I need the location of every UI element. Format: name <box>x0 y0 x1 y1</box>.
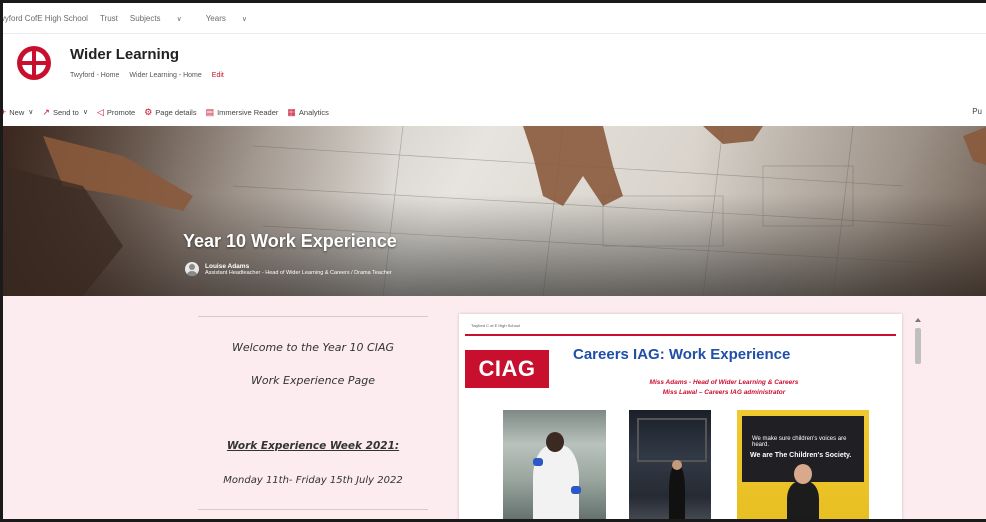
stage-truss-image <box>637 418 707 462</box>
person-head-image <box>672 460 682 470</box>
document-school-name: Twyford C of E High School <box>471 323 520 328</box>
scrollbar-thumb[interactable] <box>915 328 921 364</box>
edit-link[interactable]: Edit <box>212 72 224 79</box>
author-byline: Louise Adams Assistant Headteacher - Hea… <box>185 262 392 276</box>
promote-label: Promote <box>106 107 136 117</box>
site-header: Wider Learning Twyford - Home Wider Lear… <box>3 34 986 98</box>
person-labcoat-image <box>533 445 579 519</box>
immersive-reader-label: Immersive Reader <box>217 107 279 117</box>
stage-photo <box>629 410 711 519</box>
browser-frame: wyford CofE High School Trust Subjects ∨ … <box>0 0 986 522</box>
welcome-line: Welcome to the Year 10 CIAG <box>231 341 395 354</box>
site-title[interactable]: Wider Learning <box>70 46 179 63</box>
person-stage-image <box>669 465 685 519</box>
immersive-reader-icon: ▤ <box>205 106 215 117</box>
command-bar: + New ∨ ↗ Send to ∨ ◁ Promote ⚙ Page details ▤… <box>3 99 986 125</box>
site-breadcrumb: Twyford - Home Wider Learning - Home Edi… <box>70 72 224 79</box>
glove-image <box>571 486 581 494</box>
welcome-line-2: Work Experience Page <box>251 374 375 387</box>
share-icon: ↗ <box>42 106 50 117</box>
new-button[interactable]: + New ∨ <box>1 107 34 117</box>
immersive-reader-button[interactable]: ▤ Immersive Reader <box>206 107 279 118</box>
megaphone-icon: ◁ <box>96 106 104 117</box>
analytics-label: Analytics <box>298 107 329 117</box>
chevron-down-icon: ∨ <box>176 15 182 23</box>
chevron-down-icon: ∨ <box>28 109 34 116</box>
nav-link-subjects[interactable]: Subjects ∨ <box>130 14 194 23</box>
person-head-image <box>546 432 564 452</box>
glove-image <box>533 458 543 466</box>
person-head-image <box>794 464 812 484</box>
document-scrollbar[interactable] <box>913 318 923 519</box>
childrens-society-photo: We make sure children's voices are heard… <box>737 410 869 519</box>
nav-link-subjects-label: Subjects <box>129 13 161 23</box>
document-viewer[interactable]: Twyford C of E High School CIAG Careers … <box>459 314 902 519</box>
person-image <box>787 481 819 519</box>
gear-icon: ⚙ <box>144 106 153 117</box>
send-to-button[interactable]: ↗ Send to ∨ <box>42 107 88 118</box>
nav-link-trust[interactable]: Trust <box>100 14 118 23</box>
new-label: New <box>9 107 25 117</box>
breadcrumb-wider-learning-home[interactable]: Wider Learning - Home <box>129 72 201 79</box>
welcome-text-block: Welcome to the Year 10 CIAG Work Experie… <box>198 316 428 519</box>
page-content: Welcome to the Year 10 CIAG Work Experie… <box>3 296 986 519</box>
nav-link-years[interactable]: Years ∨ <box>206 14 259 23</box>
publish-button[interactable]: Pu <box>972 107 982 116</box>
hero-banner: Year 10 Work Experience Louise Adams Ass… <box>3 126 986 296</box>
analytics-button[interactable]: ▦ Analytics <box>287 107 329 118</box>
hub-navigation: wyford CofE High School Trust Subjects ∨ … <box>3 3 986 34</box>
author-name[interactable]: Louise Adams <box>205 263 392 270</box>
breadcrumb-twyford-home[interactable]: Twyford - Home <box>70 72 119 79</box>
document-staff-line-1: Miss Adams - Head of Wider Learning & Ca… <box>649 379 799 386</box>
scroll-up-arrow-icon[interactable] <box>915 318 921 322</box>
plus-icon: + <box>1 107 7 117</box>
promote-button[interactable]: ◁ Promote <box>97 107 135 118</box>
divider <box>198 509 428 510</box>
chevron-down-icon: ∨ <box>82 109 88 116</box>
analytics-icon: ▦ <box>287 106 296 117</box>
page-title: Year 10 Work Experience <box>183 231 397 251</box>
work-experience-week-heading: Work Experience Week 2021: <box>226 440 400 452</box>
author-avatar[interactable] <box>185 262 199 276</box>
send-to-label: Send to <box>52 107 79 117</box>
ciag-badge: CIAG <box>465 350 549 388</box>
page-details-button[interactable]: ⚙ Page details <box>144 107 196 118</box>
nav-link-years-label: Years <box>205 13 226 23</box>
hub-site-link[interactable]: wyford CofE High School <box>3 14 88 23</box>
hands-image <box>3 126 986 296</box>
screen-text-1: We make sure children's voices are heard… <box>752 436 847 448</box>
document-staff-line-2: Miss Lawal – Careers IAG administrator <box>662 389 786 396</box>
document-header-rule <box>465 334 896 336</box>
lab-photo <box>503 410 606 519</box>
document-heading: Careers IAG: Work Experience <box>573 346 791 363</box>
page-details-label: Page details <box>155 107 197 117</box>
school-logo[interactable] <box>17 46 51 80</box>
author-info: Louise Adams Assistant Headteacher - Hea… <box>205 263 392 276</box>
screen-text-2: We are The Children's Society. <box>750 452 852 459</box>
work-experience-dates: Monday 11th- Friday 15th July 2022 <box>223 475 403 486</box>
author-role: Assistant Headteacher - Head of Wider Le… <box>205 269 392 276</box>
chevron-down-icon: ∨ <box>241 15 247 23</box>
